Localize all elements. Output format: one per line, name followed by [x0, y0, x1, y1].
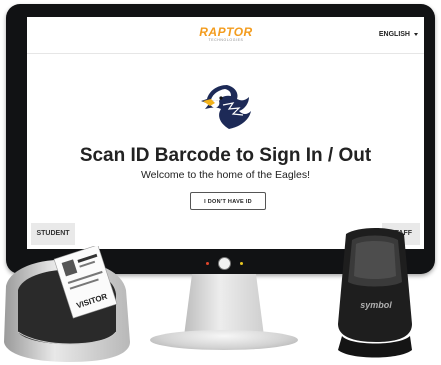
- top-bar: RAPTOR TECHNOLOGIES ENGLISH: [27, 17, 424, 54]
- app-screen: RAPTOR TECHNOLOGIES ENGLISH Scan ID Barc…: [27, 17, 424, 249]
- label-printer: VISITOR: [4, 246, 130, 362]
- no-id-button[interactable]: I DON'T HAVE ID: [190, 192, 266, 210]
- monitor-stand-base: [150, 330, 298, 350]
- caret-down-icon: [414, 33, 418, 36]
- language-selector[interactable]: ENGLISH: [379, 31, 418, 38]
- raptor-logo: RAPTOR TECHNOLOGIES: [191, 26, 261, 43]
- monitor-stand-neck: [184, 274, 264, 336]
- page-subtitle: Welcome to the home of the Eagles!: [140, 169, 311, 181]
- bezel-lights: [206, 257, 243, 270]
- page-title: Scan ID Barcode to Sign In / Out: [79, 145, 372, 166]
- barcode-scanner: symbol: [338, 228, 412, 358]
- power-button-icon: [218, 257, 231, 270]
- student-button[interactable]: STUDENT: [31, 223, 75, 245]
- language-label: ENGLISH: [378, 31, 410, 38]
- eagle-mascot-icon: [201, 85, 251, 129]
- red-indicator-light: [206, 262, 209, 265]
- scanner-brand-text: symbol: [360, 300, 392, 310]
- logo-main-text: RAPTOR: [199, 25, 253, 39]
- yellow-indicator-light: [240, 262, 243, 265]
